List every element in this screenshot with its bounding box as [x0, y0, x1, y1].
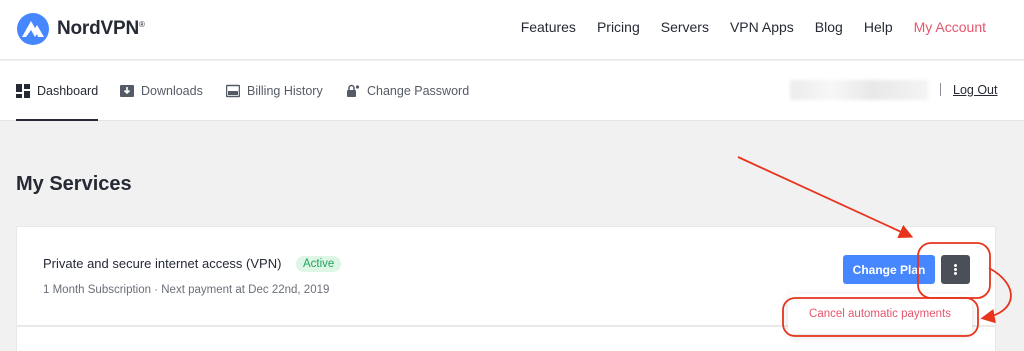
service-subtitle: 1 Month Subscription · Next payment at D… [43, 284, 330, 296]
more-options-button[interactable] [941, 255, 970, 284]
page-title: My Services [16, 173, 132, 195]
billing-icon [226, 84, 240, 97]
annotation-arrow-to-menu [737, 156, 914, 239]
tab-downloads[interactable]: Downloads [120, 61, 203, 120]
nav-my-account[interactable]: My Account [914, 19, 986, 35]
cancel-payments-menu-item[interactable]: Cancel automatic payments [788, 294, 972, 334]
nav-servers[interactable]: Servers [661, 19, 709, 35]
top-navigation-bar: NordVPN® Features Pricing Servers VPN Ap… [0, 0, 1024, 60]
main-nav: Features Pricing Servers VPN Apps Blog H… [500, 19, 986, 35]
nordvpn-mountain-logo-icon [17, 13, 49, 45]
brand-name: NordVPN® [57, 18, 145, 39]
nav-help[interactable]: Help [864, 19, 893, 35]
key-lock-icon [347, 84, 360, 97]
service-name: Private and secure internet access (VPN) [43, 256, 282, 271]
status-badge: Active [296, 256, 342, 272]
download-icon [120, 84, 134, 97]
tab-billing-history-label: Billing History [247, 83, 323, 98]
tab-downloads-label: Downloads [141, 83, 203, 98]
nav-features[interactable]: Features [521, 19, 576, 35]
tab-billing-history[interactable]: Billing History [226, 61, 323, 120]
tab-change-password-label: Change Password [367, 83, 470, 98]
nav-vpn-apps[interactable]: VPN Apps [730, 19, 794, 35]
tab-change-password[interactable]: Change Password [346, 61, 469, 120]
change-plan-button[interactable]: Change Plan [843, 255, 935, 284]
tab-dashboard-label: Dashboard [37, 83, 99, 98]
tab-dashboard[interactable]: Dashboard [16, 61, 99, 121]
account-email-redacted [790, 80, 928, 100]
dashboard-icon [16, 83, 30, 98]
nordvpn-logo[interactable]: NordVPN® [16, 12, 145, 46]
header-divider [940, 83, 941, 96]
nav-blog[interactable]: Blog [815, 19, 843, 35]
nav-pricing[interactable]: Pricing [597, 19, 640, 35]
vertical-ellipsis-icon [954, 263, 957, 276]
logout-link[interactable]: Log Out [953, 83, 997, 97]
